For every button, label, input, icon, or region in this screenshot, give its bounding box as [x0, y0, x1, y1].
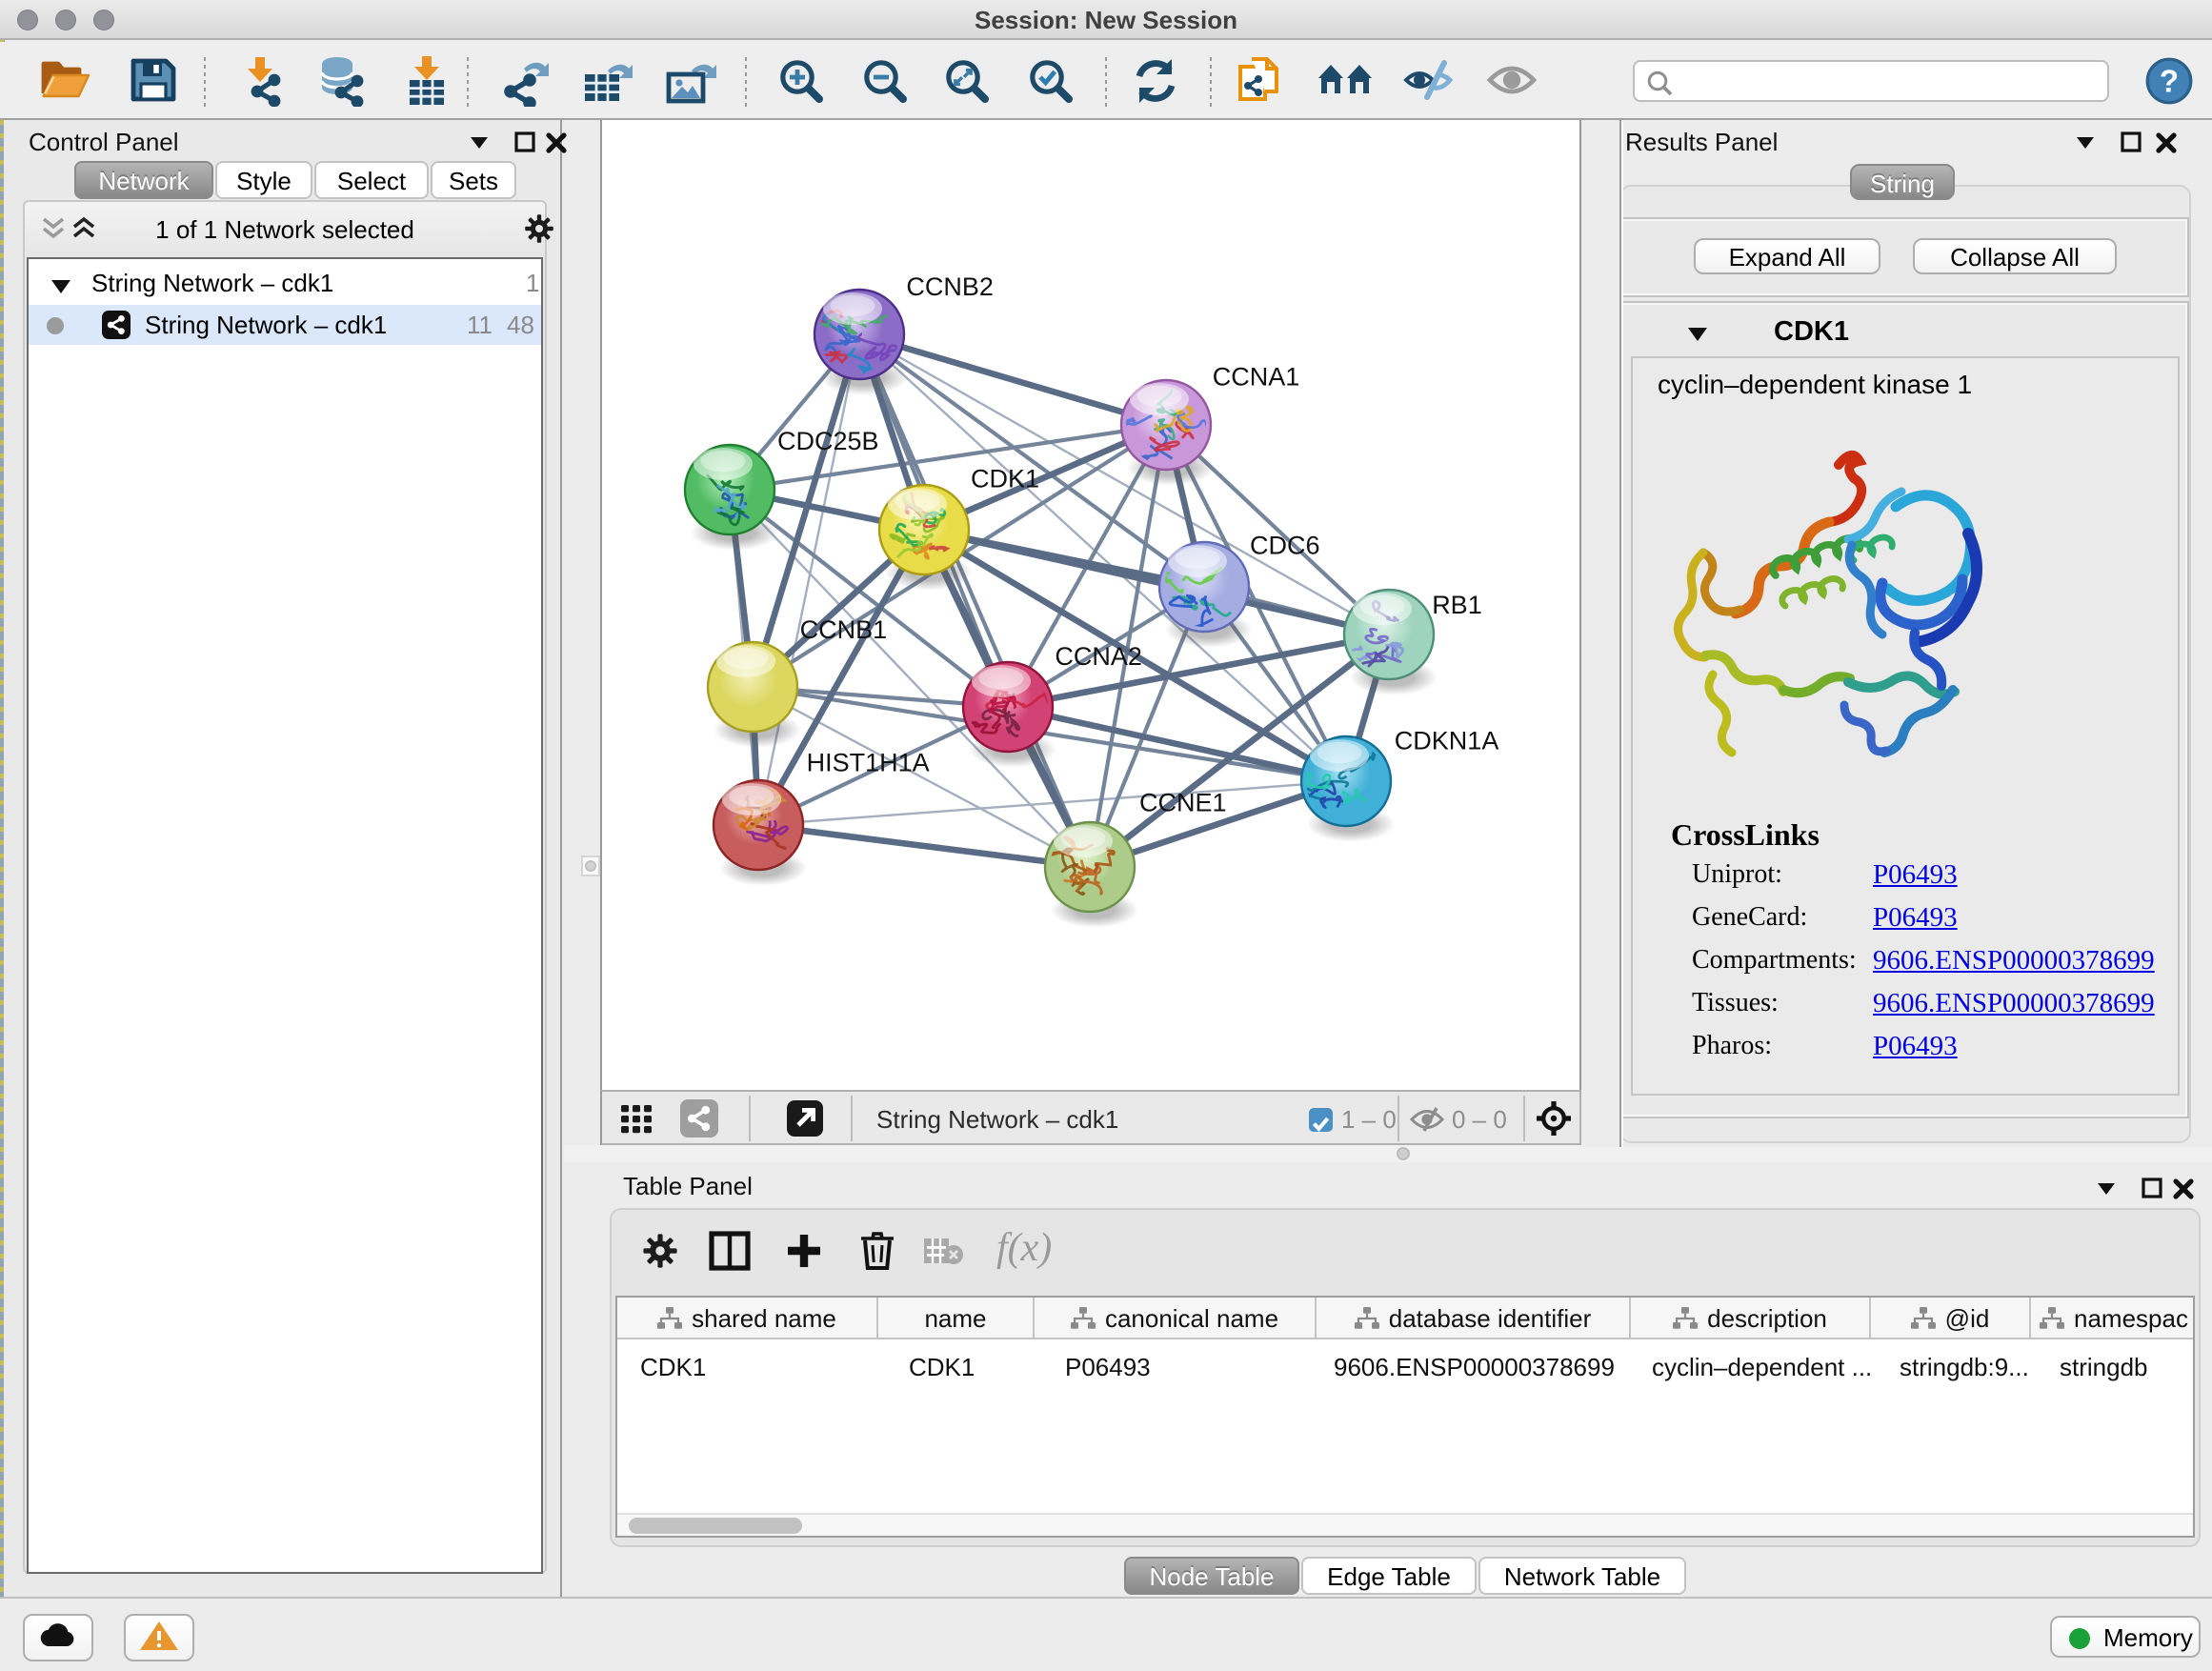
svg-text:CCNA1: CCNA1 — [1213, 363, 1300, 392]
svg-text:CCNA2: CCNA2 — [1055, 642, 1142, 671]
svg-text:?: ? — [2160, 63, 2179, 98]
svg-text:HIST1H1A: HIST1H1A — [807, 749, 930, 777]
svg-text:RB1: RB1 — [1432, 591, 1482, 619]
svg-text:CCNB1: CCNB1 — [800, 615, 888, 644]
svg-text:CDC25B: CDC25B — [777, 427, 879, 455]
svg-text:CCNE1: CCNE1 — [1139, 788, 1227, 816]
svg-text:CCNB2: CCNB2 — [906, 272, 994, 301]
svg-text:CDK1: CDK1 — [971, 464, 1039, 493]
svg-text:CDKN1A: CDKN1A — [1395, 726, 1499, 755]
svg-text:CDC6: CDC6 — [1250, 531, 1320, 559]
